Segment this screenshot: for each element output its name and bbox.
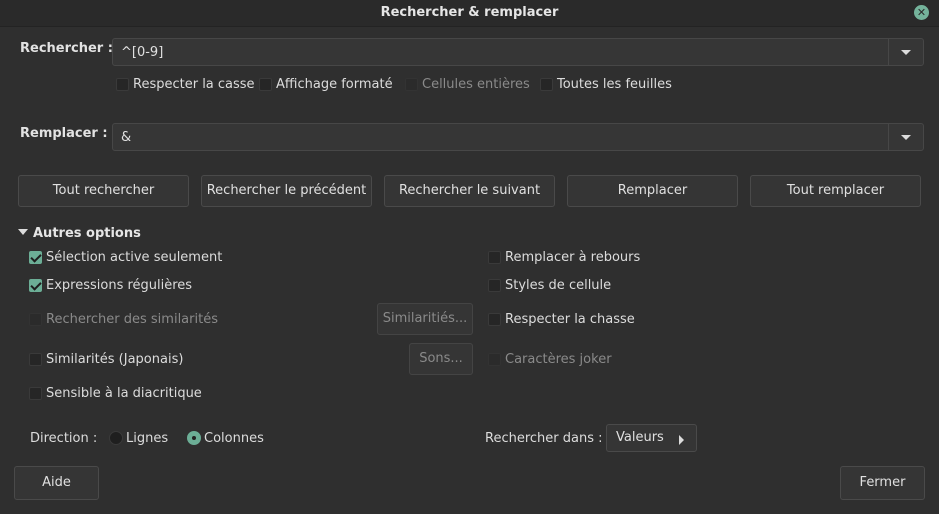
close-icon[interactable]: ✕ xyxy=(914,5,929,20)
checkbox-box[interactable] xyxy=(259,78,272,91)
close-button[interactable]: Fermer xyxy=(840,466,925,500)
checkbox-box[interactable] xyxy=(29,353,42,366)
search-label: Rechercher : xyxy=(20,41,113,56)
checkbox-label: Cellules entières xyxy=(422,77,530,92)
search-combobox[interactable] xyxy=(112,38,924,66)
similarities-button: Similaritiés... xyxy=(377,303,473,335)
checkbox-label: Expressions régulières xyxy=(46,278,193,293)
checkbox-label: Affichage formaté xyxy=(276,77,393,92)
checkbox-box xyxy=(488,353,501,366)
search-input[interactable] xyxy=(113,39,903,65)
replace-combobox[interactable] xyxy=(112,123,924,151)
replace-input[interactable] xyxy=(113,124,903,150)
radio-dot[interactable] xyxy=(109,431,123,445)
checkbox-label: Respecter la casse xyxy=(133,77,255,92)
checkbox-label: Rechercher des similarités xyxy=(46,312,218,327)
title-bar: Rechercher & remplacer ✕ xyxy=(0,0,939,27)
chevron-down-icon xyxy=(18,229,28,235)
window-title: Rechercher & remplacer xyxy=(380,5,559,20)
checkbox-label: Remplacer à rebours xyxy=(505,250,641,265)
checkbox-label: Sensible à la diacritique xyxy=(46,386,202,401)
radio-dot[interactable] xyxy=(187,431,201,445)
expander-label: Autres options xyxy=(33,226,141,241)
radio-label: Lignes xyxy=(126,431,169,446)
search-dropdown-button[interactable] xyxy=(888,39,923,65)
replace-all-button[interactable]: Tout remplacer xyxy=(750,175,921,207)
checkbox-label: Caractères joker xyxy=(505,352,612,367)
checkbox-box[interactable] xyxy=(488,251,501,264)
checkbox-label: Respecter la chasse xyxy=(505,312,635,327)
find-all-button[interactable]: Tout rechercher xyxy=(18,175,189,207)
checkbox-label: Styles de cellule xyxy=(505,278,612,293)
find-previous-button[interactable]: Rechercher le précédent xyxy=(201,175,372,207)
checkbox-label: Sélection active seulement xyxy=(46,250,223,265)
replace-button[interactable]: Remplacer xyxy=(567,175,738,207)
find-next-button[interactable]: Rechercher le suivant xyxy=(384,175,555,207)
checkbox-box xyxy=(29,313,42,326)
checkbox-box[interactable] xyxy=(488,279,501,292)
checkbox-label: Toutes les feuilles xyxy=(557,77,672,92)
sounds-button: Sons... xyxy=(409,343,473,375)
checkbox-box[interactable] xyxy=(29,387,42,400)
checkbox-box[interactable] xyxy=(116,78,129,91)
chevron-down-icon xyxy=(901,50,911,55)
help-button[interactable]: Aide xyxy=(14,466,99,500)
chevron-right-icon xyxy=(679,435,684,445)
search-in-label: Rechercher dans : xyxy=(485,431,603,446)
direction-label: Direction : xyxy=(30,431,98,446)
radio-label: Colonnes xyxy=(204,431,264,446)
search-in-value: Valeurs xyxy=(616,430,664,445)
replace-dropdown-button[interactable] xyxy=(888,124,923,150)
search-in-menu-button[interactable]: Valeurs xyxy=(606,424,697,452)
checkbox-box[interactable] xyxy=(540,78,553,91)
checkbox-label: Similarités (Japonais) xyxy=(46,352,184,367)
replace-label: Remplacer : xyxy=(20,126,108,141)
checkbox-box[interactable] xyxy=(488,313,501,326)
checkbox-box[interactable] xyxy=(29,279,42,292)
checkbox-box[interactable] xyxy=(29,251,42,264)
chevron-down-icon xyxy=(901,135,911,140)
checkbox-box xyxy=(405,78,418,91)
other-options-expander[interactable]: Autres options xyxy=(18,226,141,241)
